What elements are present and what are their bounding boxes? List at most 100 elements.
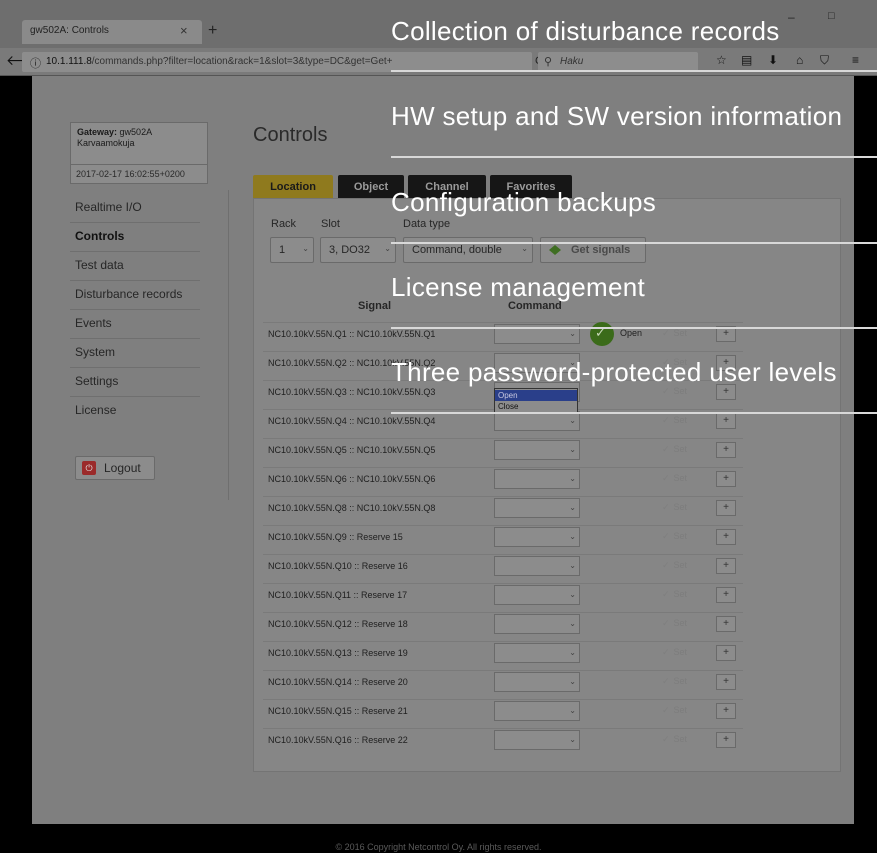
check-icon: ✓ [662,734,670,744]
check-icon: ✓ [662,473,670,483]
add-favorite-button[interactable]: + [716,413,736,429]
close-icon[interactable]: × [180,23,188,38]
get-signals-button[interactable]: Get signals [540,237,646,263]
chevron-down-icon: ⌄ [569,532,576,541]
bookmark-star-icon[interactable]: ☆ [716,53,727,67]
table-row-signal: NC10.10kV.55N.Q3 :: NC10.10kV.55N.Q3 [268,387,436,397]
check-icon: ✓ [662,444,670,454]
browser-tab[interactable]: gw502A: Controls × [22,20,202,44]
chevron-down-icon: ⌄ [569,503,576,512]
divider [70,222,200,223]
command-select[interactable]: ⌄ [494,672,580,692]
command-select[interactable]: ⌄ [494,411,580,431]
set-button[interactable]: ✓ Set [662,734,694,750]
command-select[interactable]: ⌄ [494,469,580,489]
set-button[interactable]: ✓ Set [662,415,694,431]
set-button[interactable]: ✓ Set [662,502,694,518]
set-button[interactable]: ✓ Set [662,589,694,605]
command-select[interactable]: ⌄ [494,701,580,721]
rack-select[interactable]: 1 ⌄ [270,237,314,263]
reading-list-icon[interactable]: ▤ [741,53,752,67]
gateway-datetime-box: 2017-02-17 16:02:55+0200 [70,164,208,184]
set-button[interactable]: ✓ Set [662,386,694,402]
address-bar[interactable]: ⓘ 10.1.111.8/commands.php?filter=locatio… [22,52,543,72]
add-favorite-button[interactable]: + [716,500,736,516]
add-favorite-button[interactable]: + [716,645,736,661]
sidebar-item-system[interactable]: System [75,345,115,359]
command-select[interactable]: ⌄ [494,643,580,663]
command-select[interactable]: ⌄ [494,440,580,460]
table-row-signal: NC10.10kV.55N.Q6 :: NC10.10kV.55N.Q6 [268,474,436,484]
search-icon: ⚲ [544,56,553,68]
command-select[interactable]: ⌄ [494,527,580,547]
row-divider [263,554,743,555]
add-favorite-button[interactable]: + [716,587,736,603]
url-text: 10.1.111.8/commands.php?filter=location&… [46,56,393,67]
set-button[interactable]: ✓ Set [662,647,694,663]
sidebar-item-controls[interactable]: Controls [75,229,124,243]
download-icon[interactable]: ⬇ [768,53,778,67]
set-button[interactable]: ✓ Set [662,560,694,576]
command-select[interactable]: ⌄ [494,585,580,605]
tab-location[interactable]: Location [253,175,333,199]
sidebar-item-test-data[interactable]: Test data [75,258,124,272]
logout-button[interactable]: ⏻ Logout [75,456,155,480]
chevron-down-icon: ⌄ [569,619,576,628]
add-favorite-button[interactable]: + [716,616,736,632]
row-divider [263,583,743,584]
command-select[interactable]: ⌄ [494,498,580,518]
overlay-divider [391,70,877,72]
status-open-label: Open [620,328,643,338]
data-type-select[interactable]: Command, double ⌄ [403,237,533,263]
dropdown-option-close[interactable]: Close [495,401,577,412]
add-favorite-button[interactable]: + [716,471,736,487]
add-favorite-button[interactable]: + [716,674,736,690]
dropdown-option-open[interactable]: Open [495,390,577,401]
set-button[interactable]: ✓ Set [662,676,694,692]
add-favorite-button[interactable]: + [716,529,736,545]
overlay-item-disturbance: Collection of disturbance records [391,16,780,46]
overlay-item-license: License management [391,272,645,302]
set-label: Set [673,473,688,483]
table-row-signal: NC10.10kV.55N.Q5 :: NC10.10kV.55N.Q5 [268,445,436,455]
tab-title: gw502A: Controls [30,25,109,36]
check-icon: ✓ [662,647,670,657]
add-favorite-button[interactable]: + [716,703,736,719]
sidebar-item-disturbance-records[interactable]: Disturbance records [75,287,182,301]
command-select[interactable]: ⌄ [494,614,580,634]
overlay-divider [391,412,877,414]
browser-search-input[interactable]: ⚲ Haku [538,52,698,72]
set-button[interactable]: ✓ Set [662,328,694,344]
table-row-signal: NC10.10kV.55N.Q14 :: Reserve 20 [268,677,408,687]
slot-label: Slot [321,218,340,230]
sidebar-item-settings[interactable]: Settings [75,374,118,388]
info-icon[interactable]: ⓘ [30,55,41,71]
set-button[interactable]: ✓ Set [662,705,694,721]
chevron-down-icon: ⌄ [521,244,528,253]
sidebar-item-license[interactable]: License [75,403,116,417]
add-favorite-button[interactable]: + [716,558,736,574]
power-icon: ⏻ [82,461,96,475]
menu-icon[interactable]: ≡ [852,53,859,67]
set-label: Set [673,589,688,599]
set-button[interactable]: ✓ Set [662,618,694,634]
command-select[interactable]: ⌄ [494,556,580,576]
row-divider [263,496,743,497]
home-icon[interactable]: ⌂ [796,53,803,67]
add-favorite-button[interactable]: + [716,442,736,458]
set-button[interactable]: ✓ Set [662,531,694,547]
set-label: Set [673,444,688,454]
sidebar-item-realtime-io[interactable]: Realtime I/O [75,200,142,214]
command-select[interactable]: ⌄ [494,730,580,750]
row-divider [263,670,743,671]
pocket-icon[interactable]: ⛉ [820,53,829,68]
sidebar-item-events[interactable]: Events [75,316,112,330]
new-tab-button[interactable]: + [208,22,217,40]
add-favorite-button[interactable]: + [716,732,736,748]
rack-value: 1 [279,244,286,256]
slot-select[interactable]: 3, DO32 ⌄ [320,237,396,263]
set-button[interactable]: ✓ Set [662,444,694,460]
set-button[interactable]: ✓ Set [662,473,694,489]
table-row-signal: NC10.10kV.55N.Q13 :: Reserve 19 [268,648,408,658]
table-row-signal: NC10.10kV.55N.Q1 :: NC10.10kV.55N.Q1 [268,329,436,339]
